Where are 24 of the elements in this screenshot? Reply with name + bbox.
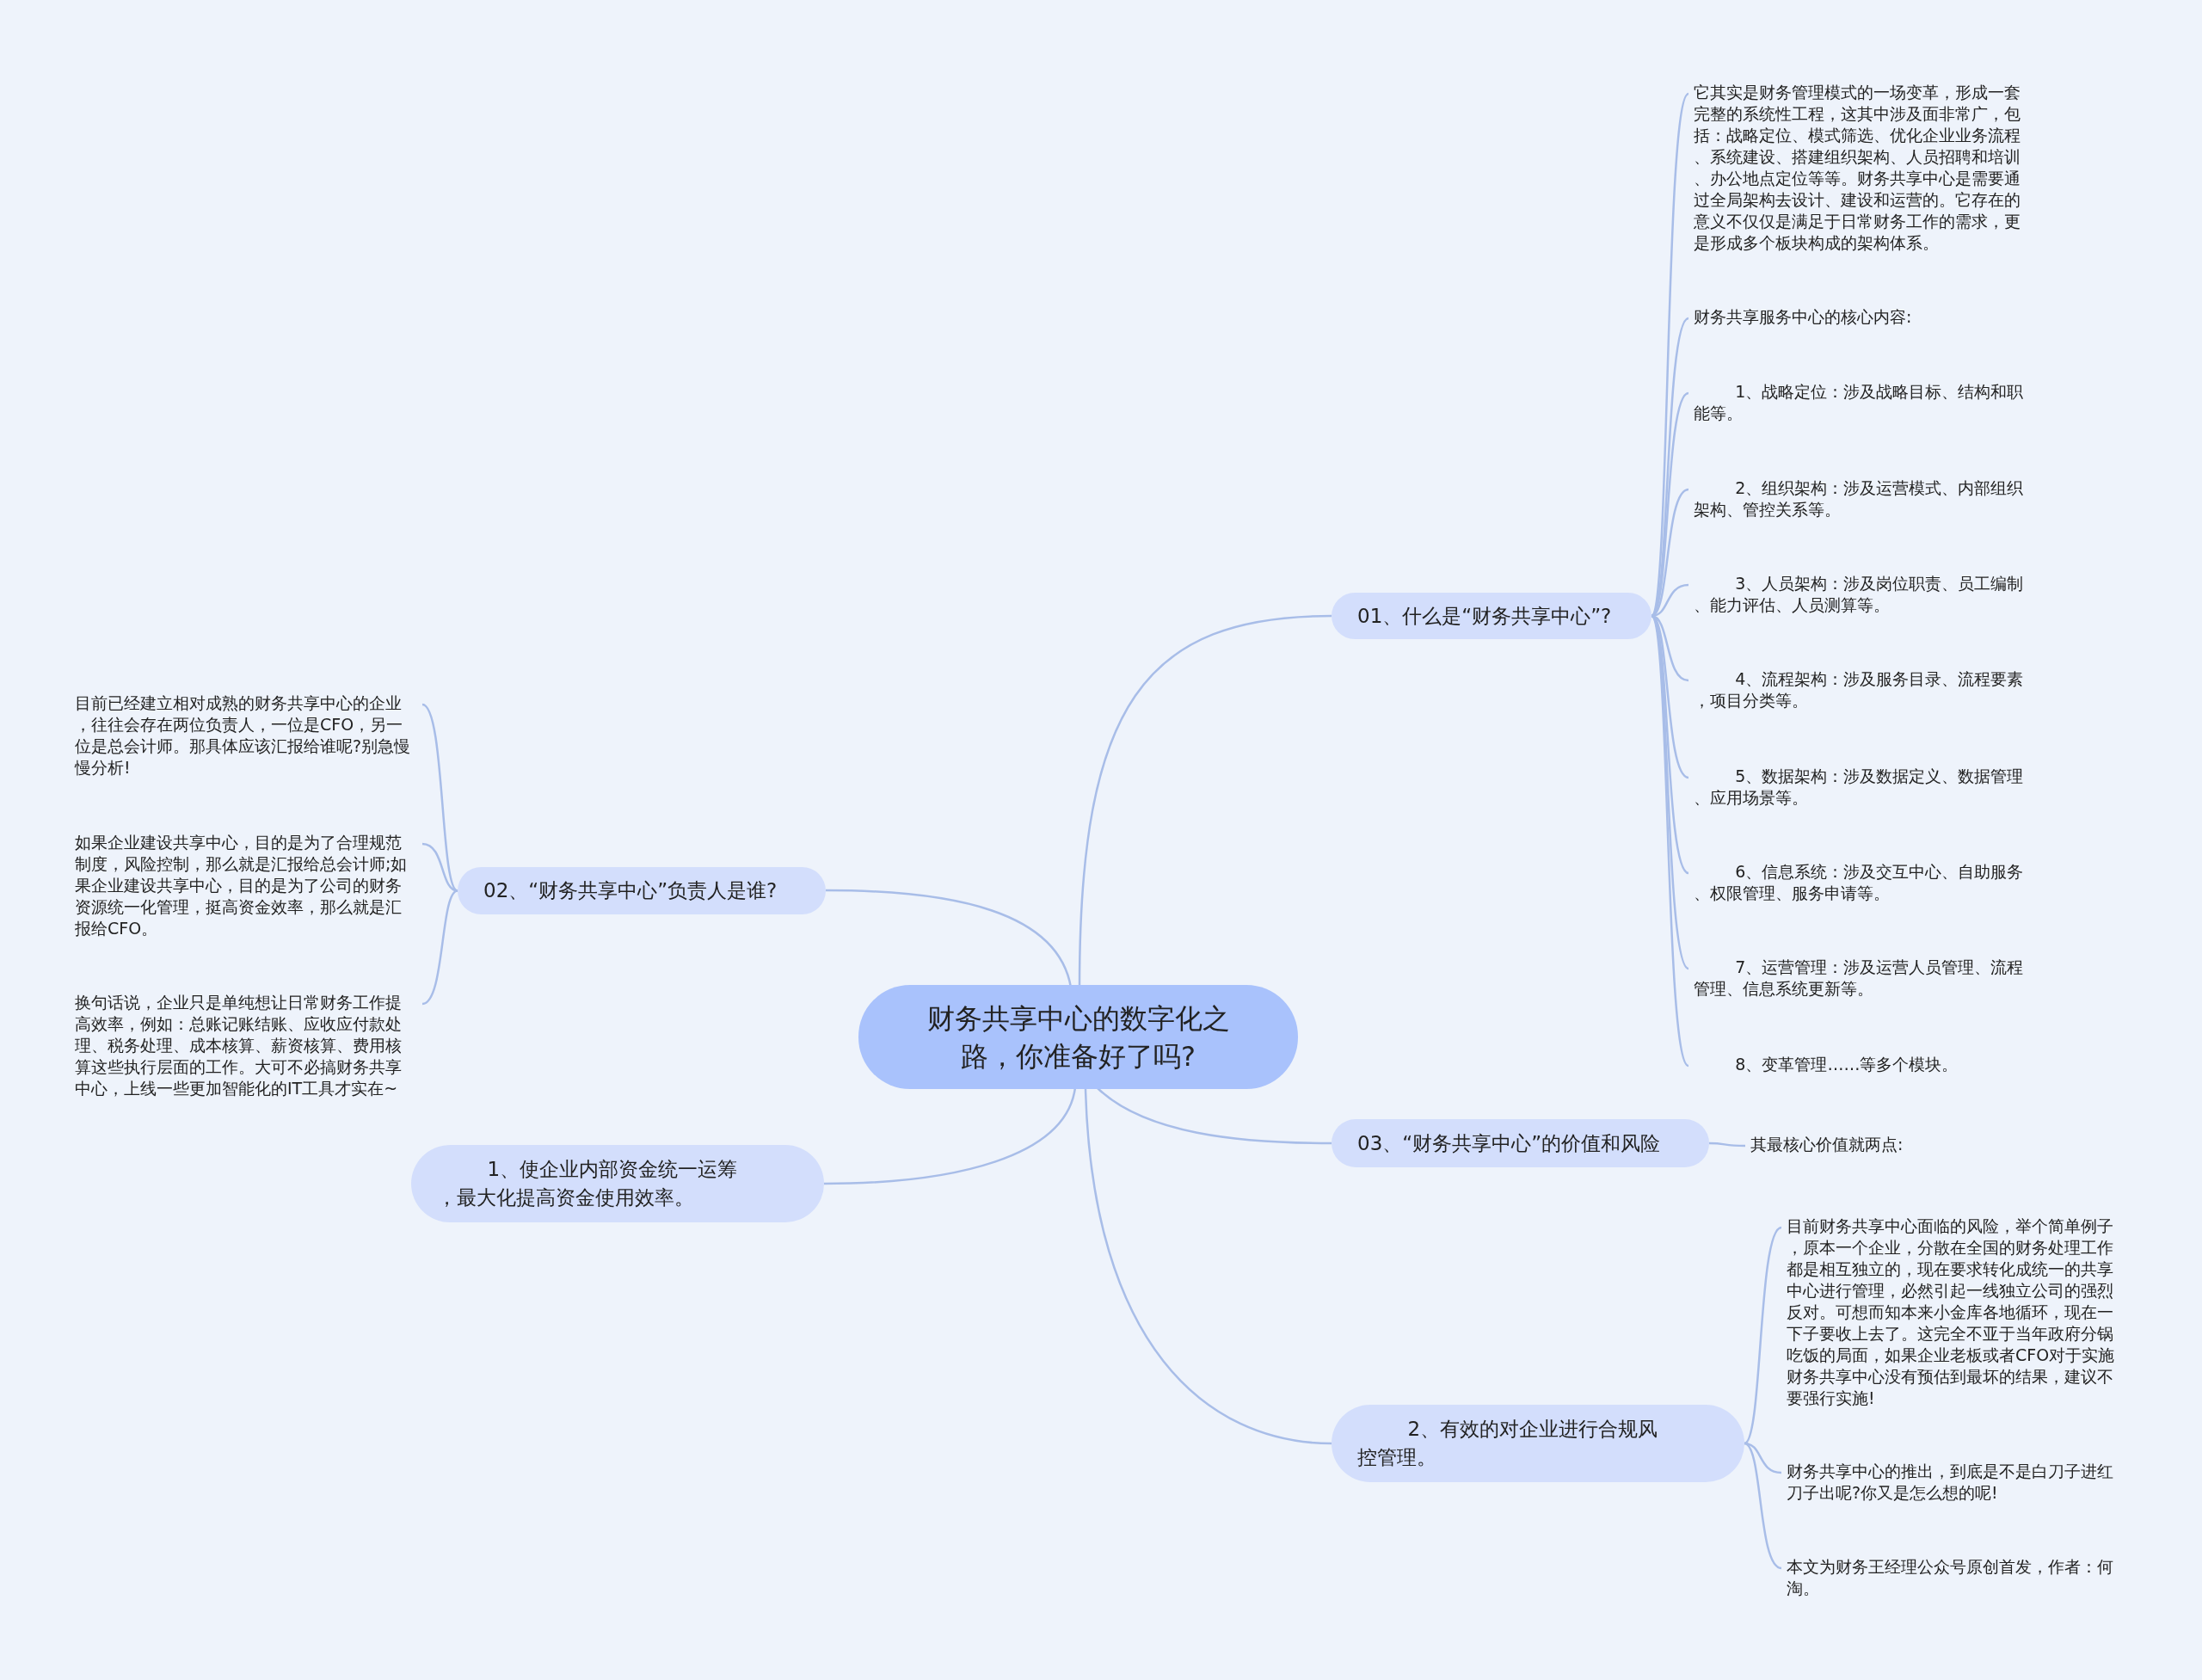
note-text: 本文为财务王经理公众号原创首发，作者：何淘。 [1787, 1556, 2114, 1599]
note-text: 6、信息系统：涉及交互中心、自助服务、权限管理、服务申请等。 [1694, 861, 2025, 904]
topic-node[interactable]: 02、“财务共享中心”负责人是谁? [458, 867, 826, 914]
note-text: 7、运营管理：涉及运营人员管理、流程管理、信息系统更新等。 [1694, 957, 2025, 1000]
note-text: 财务共享中心的推出，到底是不是白刀子进红刀子出呢?你又是怎么想的呢! [1787, 1461, 2114, 1504]
note-text: 2、组织架构：涉及运营模式、内部组织架构、管控关系等。 [1694, 477, 2025, 520]
note-text: 如果企业建设共享中心，目的是为了合理规范制度，风险控制，那么就是汇报给总会计师;如果企业建设共享中心，目的是为了公司的财务资源统一化管理，挺高资金效率，那么就是汇报给CFO。 [75, 832, 409, 939]
note-text: 8、变革管理……等多个模块。 [1734, 1054, 1959, 1075]
note-text: 4、流程架构：涉及服务目录、流程要素，项目分类等。 [1694, 668, 2025, 711]
connector-line [1709, 1142, 1745, 1148]
topic-node[interactable]: 1、使企业内部资金统一运筹，最大化提高资金使用效率。 [411, 1145, 824, 1222]
note-text: 它其实是财务管理模式的一场变革，形成一套完整的系统性工程，这其中涉及面非常广，包括：战略定位、模式筛选、优化企业业务流程、系统建设、搭建组织架构、人员招聘和培训、办公地点定位等等。财务共享中心是需要通过全局架构去设计、建设和运营的。它存在的意义不仅仅是满足于日常财务工作的需求，更是形成多个板块构成的架构体系。 [1694, 82, 2021, 254]
note-text: 1、战略定位：涉及战略目标、结构和职能等。 [1694, 381, 2025, 424]
note-text: 换句话说，企业只是单纯想让日常财务工作提高效率，例如：总账记账结账、应收应付款处理、税务处理、成本核算、薪资核算、费用核算这些执行层面的工作。大可不必搞财务共享中心，上线一些更加智能化的IT工具才实在~ [75, 992, 403, 1099]
note-text: 其最核心价值就两点: [1750, 1134, 1904, 1155]
note-text: 目前已经建立相对成熟的财务共享中心的企业，往往会存在两位负责人，一位是CFO，另一位是总会计师。那具体应该汇报给谁呢?别急慢慢分析! [75, 692, 412, 778]
topic-node[interactable]: 01、什么是“财务共享中心”? [1332, 593, 1652, 639]
note-text: 财务共享服务中心的核心内容: [1694, 306, 1913, 328]
central-topic[interactable]: 财务共享中心的数字化之路，你准备好了吗? [858, 985, 1298, 1089]
topic-node[interactable]: 2、有效的对企业进行合规风控管理。 [1332, 1405, 1744, 1482]
note-text: 5、数据架构：涉及数据定义、数据管理、应用场景等。 [1694, 766, 2025, 809]
topic-node[interactable]: 03、“财务共享中心”的价值和风险 [1332, 1119, 1709, 1167]
note-text: 目前财务共享中心面临的风险，举个简单例子，原本一个企业，分散在全国的财务处理工作都是相互独立的，现在要求转化成统一的共享中心进行管理，必然引起一线独立公司的强烈反对。可想而知本来小金库各地循环，现在一下子要收上去了。这完全不亚于当年政府分锅吃饭的局面，如果企业老板或者CFO对于实施财务共享中心没有预估到最坏的结果，建议不要强行实施! [1787, 1215, 2116, 1409]
note-text: 3、人员架构：涉及岗位职责、员工编制、能力评估、人员测算等。 [1694, 573, 2025, 616]
